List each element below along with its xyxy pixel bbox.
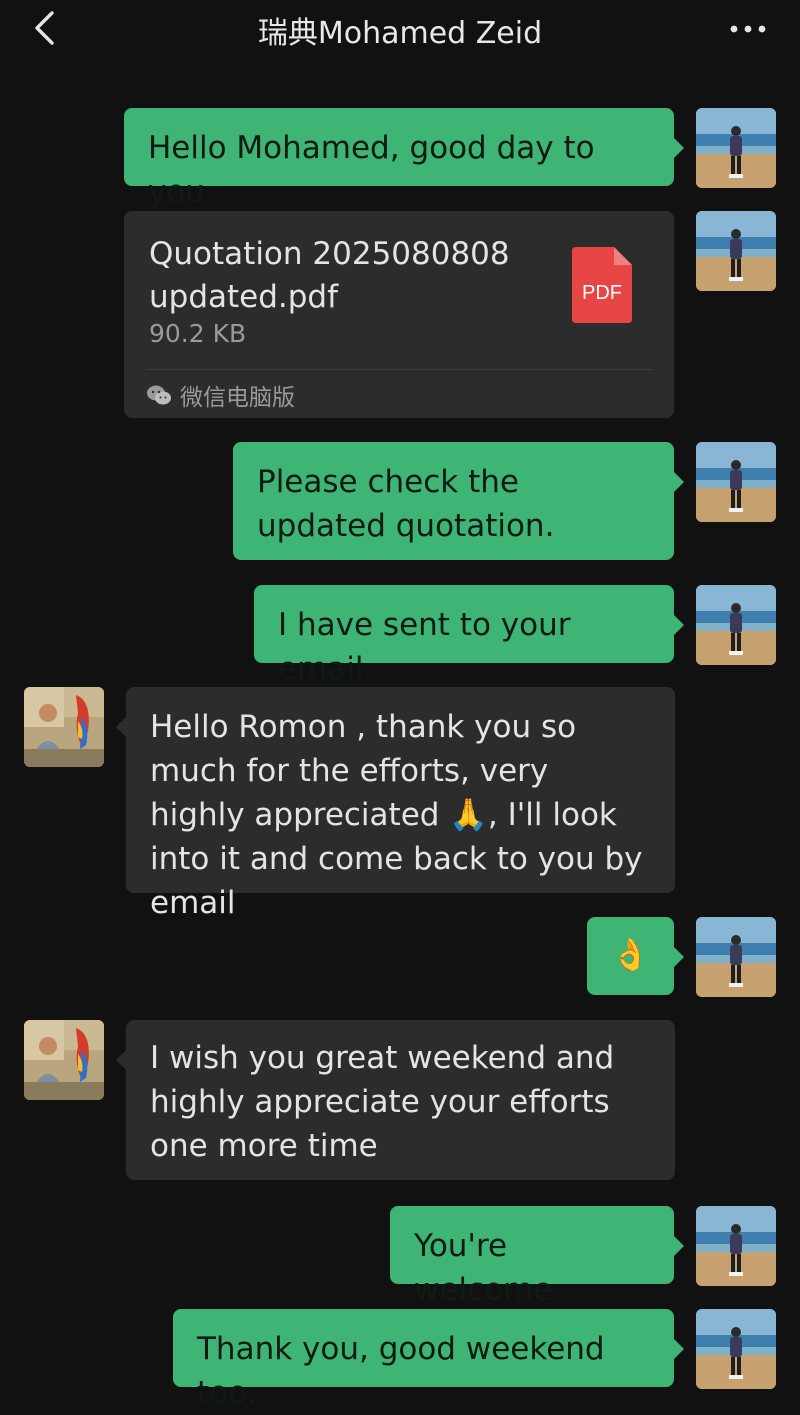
message-text: I have sent to your email. [278,607,571,687]
message-bubble[interactable]: 👌 [587,917,684,995]
file-source-label: 微信电脑版 [180,385,295,411]
ok-hand-emoji: 👌 [611,937,650,973]
my-avatar[interactable] [696,108,776,188]
message-bubble[interactable]: Hello Romon , thank you so much for the … [116,687,675,921]
message-bubble[interactable]: Thank you, good weekend too. [173,1309,684,1411]
file-source: 微信电脑版 [146,378,295,412]
file-name: Quotation 2025080808 updated.pdf [149,236,510,315]
message-text: Hello Mohamed, good day to you. [148,130,595,210]
file-size: 90.2 KB [149,319,247,348]
pdf-badge: PDF [582,282,622,304]
message-bubble[interactable]: I wish you great weekend and highly appr… [116,1020,675,1180]
message-bubble[interactable]: I have sent to your email. [254,585,684,687]
wechat-icon [147,385,171,405]
my-avatar[interactable] [696,442,776,522]
my-avatar[interactable] [696,585,776,665]
contact-avatar[interactable] [24,1020,104,1100]
my-avatar[interactable] [696,917,776,997]
my-avatar[interactable] [696,1206,776,1286]
my-avatar[interactable] [696,1309,776,1389]
contact-avatar[interactable] [24,687,104,767]
message-text: Please check the updated quotation. [257,464,555,544]
message-bubble[interactable]: Hello Mohamed, good day to you. [124,108,684,210]
file-message-card[interactable]: Quotation 2025080808 updated.pdf 90.2 KB… [124,211,674,418]
file-divider [146,369,652,370]
message-text: I wish you great weekend and highly appr… [150,1040,615,1164]
message-bubble[interactable]: You're welcome [390,1206,684,1308]
message-bubble[interactable]: Please check the updated quotation. [233,442,684,560]
message-text: Thank you, good weekend too. [197,1331,605,1411]
message-list[interactable]: Hello Mohamed, good day to you. Quotatio… [0,0,800,1411]
message-text: You're welcome [414,1228,553,1308]
my-avatar[interactable] [696,211,776,291]
pdf-file-icon: PDF [572,247,632,323]
folded-hands-emoji: 🙏 [449,797,488,833]
